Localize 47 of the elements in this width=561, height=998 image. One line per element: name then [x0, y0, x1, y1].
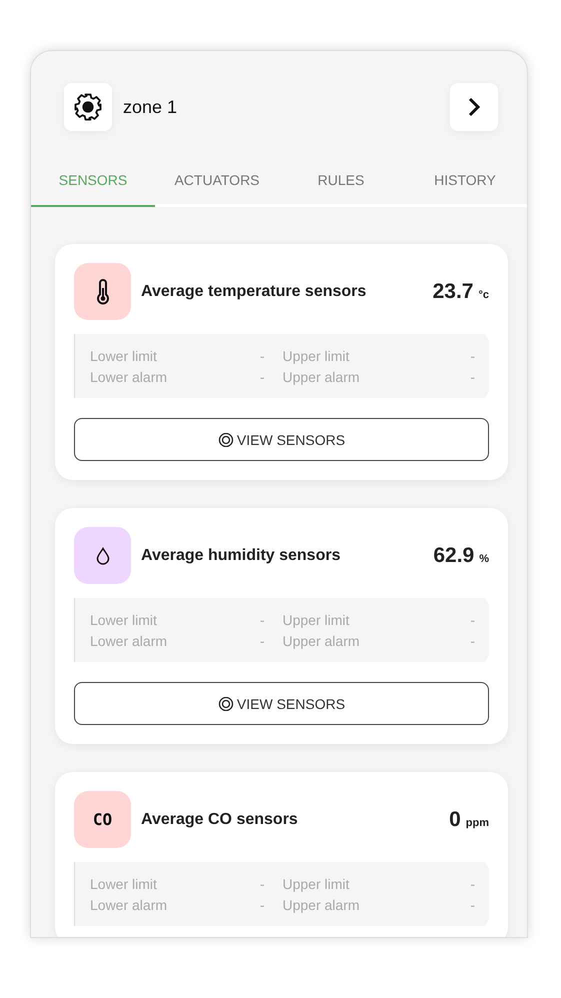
limit-label: Upper alarm	[282, 633, 361, 649]
reading-value: 23.7	[432, 280, 474, 304]
limit-label: Lower limit	[90, 612, 158, 628]
reading-value: 0	[449, 808, 461, 832]
limit-value: -	[258, 633, 266, 649]
limit-label: Lower limit	[90, 348, 158, 364]
tab[interactable]: ACTUATORS	[155, 164, 279, 207]
thermometer-icon	[96, 278, 110, 304]
tab[interactable]: HISTORY	[403, 164, 527, 207]
limit-label: Lower alarm	[90, 633, 168, 649]
co-icon: CO	[92, 810, 112, 829]
card-title: Average humidity sensors	[141, 546, 342, 564]
limit-value: -	[469, 369, 475, 385]
limit-value: -	[469, 897, 475, 913]
limit-label: Upper alarm	[282, 369, 361, 385]
reading-unit: %	[479, 552, 489, 564]
next-button[interactable]	[450, 83, 498, 131]
limit-value: -	[258, 348, 266, 364]
view-sensors-button[interactable]: VIEW SENSORS	[74, 682, 489, 725]
reading-unit: ppm	[466, 816, 489, 828]
limit-value: -	[258, 897, 266, 913]
settings-button[interactable]	[64, 83, 112, 131]
limit-value: -	[469, 633, 475, 649]
reading-unit: °c	[478, 288, 489, 300]
limit-value: -	[258, 369, 266, 385]
limit-label: Lower limit	[90, 876, 158, 892]
card-title: Average temperature sensors	[141, 282, 368, 300]
reading-value: 62.9	[433, 544, 474, 568]
limit-label: Upper limit	[282, 348, 350, 364]
limit-value: -	[258, 876, 266, 892]
limit-label: Upper alarm	[282, 897, 361, 913]
limit-value: -	[469, 876, 475, 892]
droplet-icon	[96, 546, 110, 564]
settings-icon	[73, 92, 103, 122]
limit-label: Upper limit	[282, 876, 350, 892]
limit-label: Upper limit	[282, 612, 350, 628]
limit-value: -	[469, 612, 475, 628]
limit-value: -	[469, 348, 475, 364]
limit-label: Lower alarm	[90, 897, 168, 913]
tab[interactable]: SENSORS	[31, 164, 155, 207]
zone-title: zone 1	[123, 96, 178, 118]
tab[interactable]: RULES	[279, 164, 403, 207]
limit-value: -	[258, 612, 266, 628]
chevron-right-icon	[467, 97, 481, 117]
limit-label: Lower alarm	[90, 369, 168, 385]
card-title: Average CO sensors	[141, 810, 299, 828]
view-sensors-button[interactable]: VIEW SENSORS	[74, 418, 489, 461]
